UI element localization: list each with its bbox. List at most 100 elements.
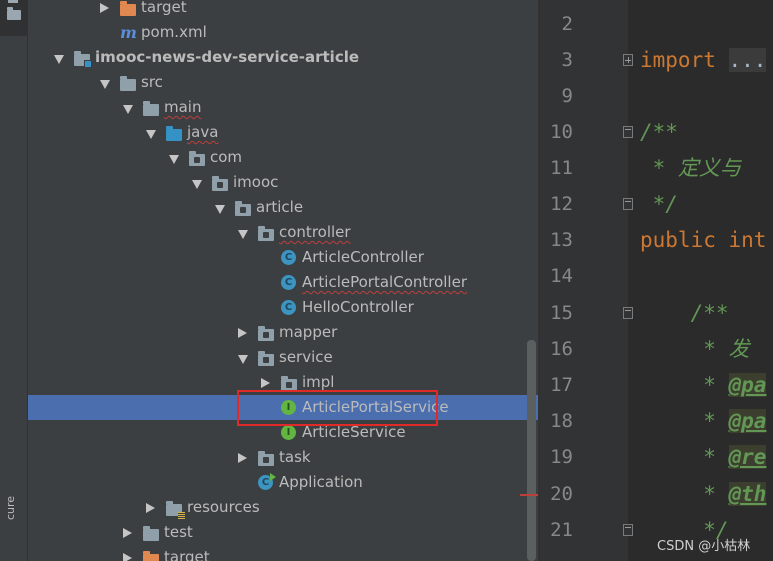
tree-node[interactable]: imooc-news-dev-service-article	[28, 45, 540, 70]
expand-arrow-down-icon[interactable]	[123, 105, 133, 114]
line-number: 20	[550, 483, 573, 505]
tree-node[interactable]: test	[28, 520, 540, 545]
expand-arrow-down-icon[interactable]	[146, 130, 156, 139]
fold-collapse-icon[interactable]	[623, 524, 633, 536]
tree-scrollbar[interactable]	[527, 340, 536, 561]
tree-node-label: controller	[279, 223, 351, 241]
expand-arrow-right-icon[interactable]	[146, 503, 155, 513]
code-token: /**	[640, 120, 678, 144]
fold-collapse-icon[interactable]	[623, 307, 633, 319]
tree-node-label: ArticlePortalService	[302, 398, 449, 416]
tree-node-label: ArticleController	[302, 248, 424, 266]
tree-node[interactable]: resources	[28, 495, 540, 520]
tree-node-label: service	[279, 348, 333, 366]
project-tool-button[interactable]	[0, 0, 27, 36]
tree-node[interactable]: C ArticleController	[28, 245, 540, 270]
code-token: ...	[728, 48, 767, 72]
tree-node[interactable]: I ArticlePortalService	[28, 395, 540, 420]
code-token: */	[640, 192, 678, 216]
tree-node[interactable]: task	[28, 445, 540, 470]
code-line[interactable]: import ...	[640, 42, 767, 78]
expand-arrow-down-icon[interactable]	[238, 230, 248, 239]
watermark: CSDN @小枯林	[657, 539, 751, 554]
expand-arrow-down-icon[interactable]	[169, 155, 179, 164]
code-token: * 定义与	[640, 156, 741, 180]
folder-icon	[143, 526, 159, 541]
interface-icon: I	[281, 400, 296, 415]
module-folder-icon	[74, 51, 92, 68]
tree-node[interactable]: target	[28, 0, 540, 20]
tree-node-label: src	[141, 73, 163, 91]
expand-arrow-right-icon[interactable]	[123, 553, 132, 561]
package-icon	[258, 326, 274, 341]
code-line[interactable]: * @pa	[640, 403, 767, 439]
folder-orange-icon	[143, 551, 159, 561]
tree-node-label: target	[164, 548, 210, 561]
expand-arrow-right-icon[interactable]	[261, 378, 270, 388]
expand-arrow-down-icon[interactable]	[100, 80, 110, 89]
code-line[interactable]: * @th	[640, 476, 767, 512]
tree-node[interactable]: src	[28, 70, 540, 95]
code-line[interactable]: * 发	[640, 331, 749, 367]
project-tree[interactable]: target m pom.xml imooc-news-dev-service-art…	[28, 0, 540, 561]
expand-arrow-right-icon[interactable]	[100, 3, 109, 13]
fold-expand-icon[interactable]	[623, 54, 633, 66]
tree-node[interactable]: main	[28, 95, 540, 120]
project-folder-icon	[7, 7, 21, 20]
tree-node[interactable]: mapper	[28, 320, 540, 345]
error-stripe-mark	[520, 494, 538, 496]
fold-collapse-icon[interactable]	[623, 126, 633, 138]
code-line[interactable]: * 定义与	[640, 150, 741, 186]
code-line[interactable]: * @re	[640, 439, 767, 475]
expand-arrow-down-icon[interactable]	[54, 55, 64, 64]
tree-node-label: ArticleService	[302, 423, 406, 441]
line-number: 16	[550, 338, 573, 360]
tree-node-label: impl	[302, 373, 335, 391]
expand-arrow-right-icon[interactable]	[123, 528, 132, 538]
line-number: 9	[561, 85, 573, 107]
expand-arrow-down-icon[interactable]	[238, 355, 248, 364]
tree-node[interactable]: C Application	[28, 470, 540, 495]
tree-node-label: imooc-news-dev-service-article	[95, 48, 360, 66]
line-number: 12	[550, 193, 573, 215]
tree-node[interactable]: java	[28, 120, 540, 145]
folder-icon	[143, 101, 159, 116]
line-number: 2	[561, 13, 573, 35]
code-token: *	[640, 373, 729, 397]
code-line[interactable]: public int	[640, 222, 766, 258]
tree-node[interactable]: imooc	[28, 170, 540, 195]
tree-node[interactable]: target	[28, 545, 540, 561]
tree-node[interactable]: C ArticlePortalController	[28, 270, 540, 295]
tool-marker-icon	[8, 0, 18, 3]
folder-orange-icon	[120, 1, 136, 16]
structure-tab[interactable]: cure	[4, 496, 17, 520]
expand-arrow-down-icon[interactable]	[192, 180, 202, 189]
code-line[interactable]: */	[640, 186, 678, 222]
line-number: 21	[550, 519, 573, 541]
tree-node[interactable]: C HelloController	[28, 295, 540, 320]
tree-node[interactable]: I ArticleService	[28, 420, 540, 445]
code-editor[interactable]: 2 3 9 10 11 12 13 14 15 16 17 18 19 20 21 import ... /*…	[540, 0, 773, 561]
interface-icon: I	[281, 425, 296, 440]
tree-node[interactable]: service	[28, 345, 540, 370]
maven-icon: m	[120, 23, 137, 42]
tree-node[interactable]: com	[28, 145, 540, 170]
fold-collapse-icon[interactable]	[623, 198, 633, 210]
tree-node-label: main	[164, 98, 202, 116]
tree-node-label: pom.xml	[141, 23, 207, 41]
code-token: @pa	[728, 409, 767, 433]
expand-arrow-down-icon[interactable]	[215, 205, 225, 214]
code-line[interactable]: * @pa	[640, 367, 767, 403]
tree-node[interactable]: m pom.xml	[28, 20, 540, 45]
code-token: public int	[640, 228, 767, 252]
tree-node[interactable]: controller	[28, 220, 540, 245]
line-number: 3	[561, 49, 573, 71]
tree-node[interactable]: impl	[28, 370, 540, 395]
expand-arrow-right-icon[interactable]	[238, 328, 247, 338]
expand-arrow-right-icon[interactable]	[238, 453, 247, 463]
code-token: @th	[728, 482, 767, 506]
code-line[interactable]: /**	[640, 295, 729, 331]
tree-node[interactable]: article	[28, 195, 540, 220]
code-line[interactable]: /**	[640, 114, 678, 150]
tree-node-label: java	[187, 123, 219, 141]
